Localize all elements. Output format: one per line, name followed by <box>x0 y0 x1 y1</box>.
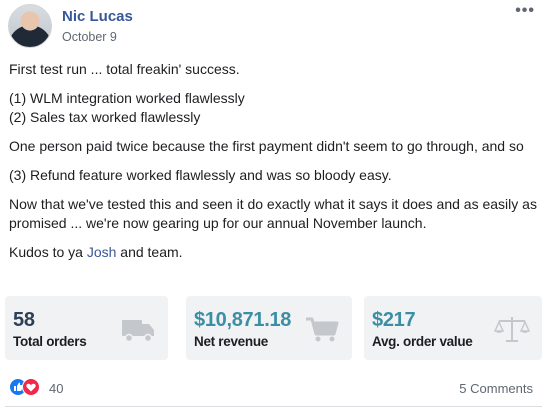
kudos-suffix: and team. <box>116 244 183 260</box>
post-paragraph: First test run ... total freakin' succes… <box>9 61 240 77</box>
author-name[interactable]: Nic Lucas <box>62 8 133 25</box>
post-date[interactable]: October 9 <box>62 30 117 44</box>
divider <box>5 406 542 407</box>
scale-icon <box>494 317 530 342</box>
facebook-post: Nic Lucas October 9 ••• First test run .… <box>0 0 545 412</box>
post-paragraph: Kudos to ya Josh and team. <box>9 243 539 262</box>
more-options-icon[interactable]: ••• <box>515 3 535 19</box>
love-icon <box>22 378 40 396</box>
post-body: First test run ... total freakin' succes… <box>9 60 539 262</box>
post-paragraph: One person paid twice because the first … <box>9 138 524 154</box>
mention-link-josh[interactable]: Josh <box>87 244 117 260</box>
post-paragraph: (1) WLM integration worked flawlessly <box>9 90 245 106</box>
post-paragraph: (3) Refund feature worked flawlessly and… <box>9 167 392 183</box>
comments-link[interactable]: 5 Comments <box>459 381 533 396</box>
post-paragraph: (2) Sales tax worked flawlessly <box>9 109 201 125</box>
cart-icon <box>306 317 339 342</box>
truck-icon <box>122 320 154 343</box>
stat-card-total-orders: 58 Total orders <box>5 296 168 360</box>
stat-card-net-revenue: $10,871.18 Net revenue <box>186 296 352 360</box>
stat-card-avg-order-value: $217 Avg. order value <box>364 296 542 360</box>
post-paragraph: Now that we've tested this and seen it d… <box>9 196 537 231</box>
avatar[interactable] <box>8 4 52 48</box>
stat-value: $217 <box>372 309 416 331</box>
stat-label: Avg. order value <box>372 334 473 349</box>
stats-row: 58 Total orders $10,871.18 Net revenue $… <box>5 296 542 360</box>
reaction-count: 40 <box>49 381 64 396</box>
stat-label: Net revenue <box>194 334 268 349</box>
stat-value: 58 <box>13 309 35 331</box>
stat-value: $10,871.18 <box>194 309 292 331</box>
stat-label: Total orders <box>13 334 87 349</box>
kudos-prefix: Kudos to ya <box>9 244 87 260</box>
